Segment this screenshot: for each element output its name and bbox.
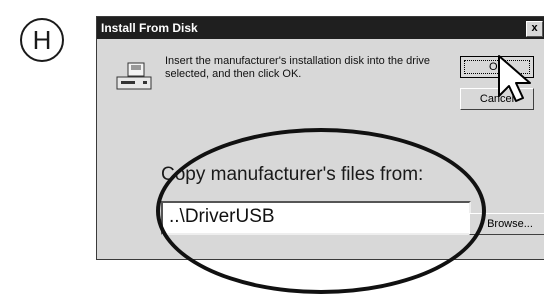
dialog-title: Install From Disk	[101, 21, 198, 35]
dialog-titlebar: Install From Disk x	[97, 17, 544, 39]
close-icon: x	[531, 22, 538, 34]
instruction-text: Insert the manufacturer's installation d…	[165, 55, 431, 80]
disk-drive-icon	[116, 62, 152, 90]
install-from-disk-dialog: Install From Disk x Insert the manufactu…	[96, 16, 544, 260]
arrow-cursor-icon	[498, 55, 531, 102]
step-badge: H	[20, 18, 64, 62]
copy-from-path-input[interactable]: ..\DriverUSB	[161, 201, 471, 235]
copy-files-label: Copy manufacturer's files from:	[161, 164, 424, 185]
browse-label: Browse...	[487, 218, 533, 230]
step-letter: H	[32, 24, 52, 55]
browse-button[interactable]: Browse...	[469, 213, 544, 235]
close-button[interactable]: x	[526, 21, 543, 37]
